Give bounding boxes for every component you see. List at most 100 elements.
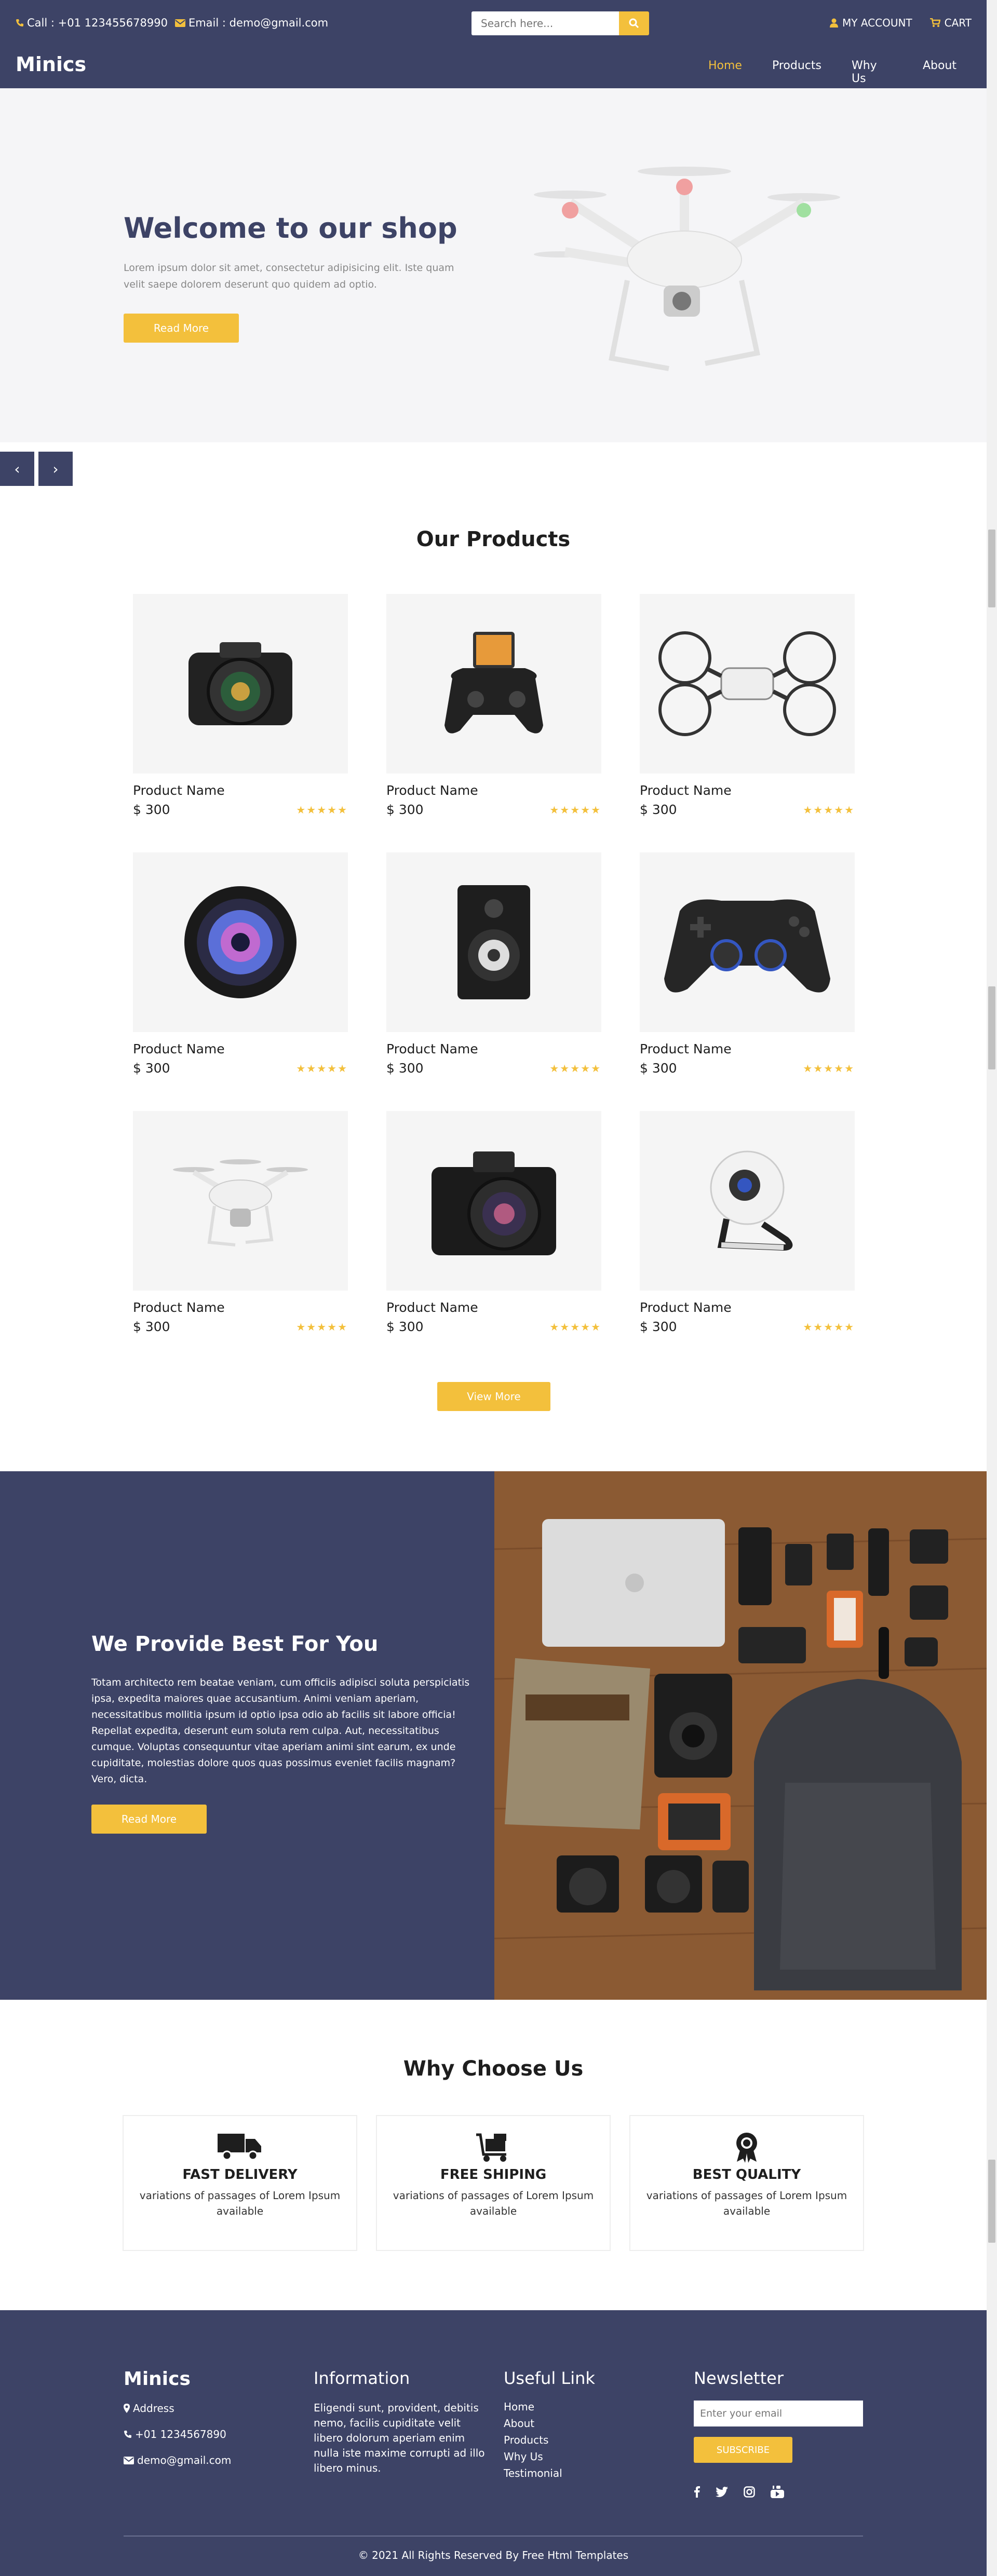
cart-icon [476,2133,506,2162]
product-image-webcam[interactable] [640,1111,855,1291]
social-links [694,2486,863,2498]
cart-link[interactable]: CART [929,17,972,29]
best-for-you-section: We Provide Best For You Totam architecto… [0,1471,987,2000]
footer-link-about[interactable]: About [504,2417,595,2430]
camera-icon [432,1151,556,1255]
my-account-link[interactable]: MY ACCOUNT [830,17,912,29]
product-card[interactable]: Product Name $ 300 ★★★★★ [640,852,855,1076]
product-name: Product Name [640,783,732,798]
product-image-mini-drone[interactable] [640,594,855,774]
product-card[interactable]: Product Name $ 300 ★★★★★ [133,1111,348,1334]
footer-email-text: demo@gmail.com [137,2454,232,2466]
best-title: We Provide Best For You [91,1632,379,1656]
search-button[interactable] [619,11,649,35]
newsletter-email-input[interactable] [694,2401,863,2426]
gamepad-icon [444,632,543,734]
product-image-phone-gamepad[interactable] [386,594,601,774]
rating-stars: ★★★★★ [803,803,855,816]
drone-icon [173,1159,308,1246]
product-name: Product Name [133,1041,225,1056]
footer-phone[interactable]: +01 1234567890 [124,2428,231,2441]
why-card-text: variations of passages of Lorem Ipsum av… [393,2189,594,2217]
rating-stars: ★★★★★ [296,1320,348,1333]
product-image-black-camera[interactable] [386,1111,601,1291]
footer-link-why-us[interactable]: Why Us [504,2450,595,2463]
nav-products[interactable]: Products [772,59,821,85]
footer-useful-title: Useful Link [504,2368,595,2388]
slider-next-button[interactable]: › [38,452,73,486]
product-card[interactable]: Product Name $ 300 ★★★★★ [386,1111,601,1334]
product-name: Product Name [386,1300,478,1315]
footer-link-testimonial[interactable]: Testimonial [504,2467,595,2479]
search-input[interactable] [471,11,619,35]
controller-icon [664,899,830,993]
product-image-speaker[interactable] [386,852,601,1032]
product-card[interactable]: Product Name $ 300 ★★★★★ [640,594,855,817]
why-card-title: FAST DELIVERY [182,2167,298,2182]
product-image-camera-lens[interactable] [133,852,348,1032]
product-image-white-drone[interactable] [133,1111,348,1291]
product-card[interactable]: Product Name $ 300 ★★★★★ [640,1111,855,1334]
facebook-icon[interactable] [694,2486,700,2498]
product-image-gamepad[interactable] [640,852,855,1032]
footer-link-products[interactable]: Products [504,2434,595,2446]
best-text: Totam architecto rem beatae veniam, cum … [91,1677,470,1785]
nav-about[interactable]: About [923,59,956,85]
nav-home[interactable]: Home [708,59,742,85]
footer-useful-links-column: Useful Link Home About Products Why Us T… [504,2368,595,2484]
product-price: $ 300 [133,1061,170,1076]
product-card[interactable]: Product Name $ 300 ★★★★★ [386,852,601,1076]
footer-email[interactable]: demo@gmail.com [124,2454,231,2466]
twitter-icon[interactable] [716,2487,728,2497]
footer-link-home[interactable]: Home [504,2401,595,2413]
my-account-label: MY ACCOUNT [842,17,912,29]
top-bar: Call : +01 123455678990 Email : demo@gma… [0,0,987,46]
slider-prev-button[interactable]: ‹ [0,452,34,486]
why-card-title: BEST QUALITY [692,2167,801,2182]
nav-why-us[interactable]: Why Us [852,59,893,85]
hero-read-more-button[interactable]: Read More [124,314,239,343]
hero-slider: Welcome to our shop Lorem ipsum dolor si… [0,88,987,442]
youtube-icon[interactable] [771,2486,784,2498]
scrollbar-thumb[interactable] [988,2160,995,2243]
best-read-more-button[interactable]: Read More [91,1805,207,1834]
rating-stars: ★★★★★ [803,1320,855,1333]
view-more-button[interactable]: View More [437,1382,550,1411]
why-card-best-quality: BEST QUALITY variations of passages of L… [629,2115,864,2251]
rating-stars: ★★★★★ [296,803,348,816]
footer-brand: Minics [124,2368,191,2390]
contact-info: Call : +01 123455678990 Email : demo@gma… [16,17,328,29]
lens-icon [184,886,297,998]
call-link[interactable]: Call : +01 123455678990 [16,17,168,29]
rating-stars: ★★★★★ [549,1062,601,1075]
site-logo[interactable]: Minics [16,53,86,76]
gear-flatlay-image [494,1471,987,2000]
cart-icon [929,18,940,27]
footer-brand-column: Minics Address +01 1234567890 demo@gmail… [124,2368,231,2480]
product-card[interactable]: Product Name $ 300 ★★★★★ [133,594,348,817]
footer-address[interactable]: Address [124,2402,231,2415]
camera-icon [188,642,292,725]
location-icon [124,2404,130,2413]
product-image-dslr-camera[interactable] [133,594,348,774]
footer-info-text: Eligendi sunt, provident, debitis nemo, … [314,2402,485,2474]
subscribe-button[interactable]: SUBSCRIBE [694,2437,792,2463]
footer-information-column: Information Eligendi sunt, provident, de… [314,2368,485,2476]
why-card-free-shipping: FREE SHIPING variations of passages of L… [376,2115,611,2251]
main-navbar: Minics Home Products Why Us About [0,46,987,88]
email-link[interactable]: Email : demo@gmail.com [174,17,328,29]
search-form [471,11,649,35]
footer: Minics Address +01 1234567890 demo@gmail… [0,2310,987,2576]
product-name: Product Name [640,1300,732,1315]
product-card[interactable]: Product Name $ 300 ★★★★★ [386,594,601,817]
nav-menu: Home Products Why Us About [708,59,987,85]
instagram-icon[interactable] [744,2486,755,2498]
scrollbar-thumb[interactable] [988,530,995,607]
scrollbar-thumb[interactable] [988,986,995,1069]
rating-stars: ★★★★★ [296,1062,348,1075]
phone-icon [16,19,23,26]
rating-stars: ★★★★★ [549,803,601,816]
product-card[interactable]: Product Name $ 300 ★★★★★ [133,852,348,1076]
footer-phone-text: +01 1234567890 [135,2428,226,2441]
why-title: Why Choose Us [403,2057,584,2081]
